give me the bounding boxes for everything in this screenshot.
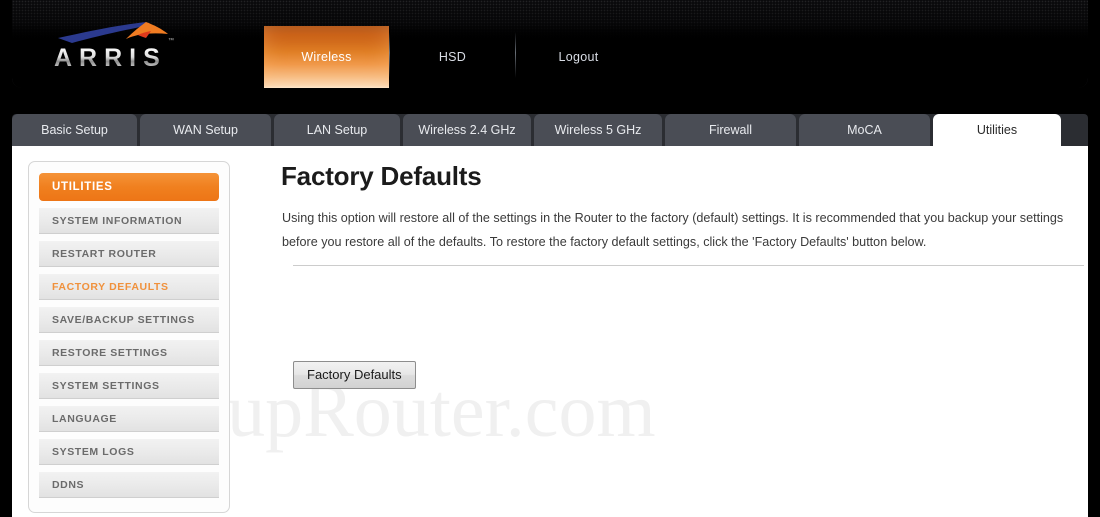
factory-defaults-button[interactable]: Factory Defaults xyxy=(293,361,416,389)
tab-label-firewall: Firewall xyxy=(708,123,753,137)
page-title: Factory Defaults xyxy=(281,161,482,191)
tab-moca[interactable]: MoCA xyxy=(799,114,930,146)
sidebar-label-system-settings: SYSTEM SETTINGS xyxy=(52,380,160,392)
sidebar-header: UTILITIES xyxy=(39,173,219,201)
tab-label-wireless-5ghz: Wireless 5 GHz xyxy=(554,123,642,137)
arris-logo[interactable]: ™ ARRIS xyxy=(50,20,200,72)
sidebar-label-save-backup-settings: SAVE/BACKUP SETTINGS xyxy=(52,314,195,326)
tab-label-utilities: Utilities xyxy=(976,123,1018,137)
tab-lan-setup[interactable]: LAN Setup xyxy=(274,114,400,146)
sidebar-label-factory-defaults: FACTORY DEFAULTS xyxy=(52,281,169,293)
topnav-label-hsd: HSD xyxy=(438,50,467,64)
sidebar-item-system-logs[interactable]: SYSTEM LOGS xyxy=(39,439,219,465)
topnav-label-wireless: Wireless xyxy=(301,50,352,64)
sidebar-item-system-information[interactable]: SYSTEM INFORMATION xyxy=(39,208,219,234)
tab-label-lan-setup: LAN Setup xyxy=(306,123,368,137)
sidebar-label-language: LANGUAGE xyxy=(52,413,117,425)
svg-text:™: ™ xyxy=(168,37,174,44)
sidebar-label-restore-settings: RESTORE SETTINGS xyxy=(52,347,168,359)
section-divider xyxy=(293,265,1084,266)
tab-label-moca: MoCA xyxy=(847,123,882,137)
sidebar-item-ddns[interactable]: DDNS xyxy=(39,472,219,498)
tab-wan-setup[interactable]: WAN Setup xyxy=(140,114,271,146)
tab-strip: Basic Setup WAN Setup LAN Setup Wireless… xyxy=(12,114,1064,146)
sidebar-item-system-settings[interactable]: SYSTEM SETTINGS xyxy=(39,373,219,399)
topnav-item-hsd[interactable]: HSD xyxy=(390,26,515,88)
tab-firewall[interactable]: Firewall xyxy=(665,114,796,146)
page-description: Using this option will restore all of th… xyxy=(282,211,1064,249)
sidebar-label-system-logs: SYSTEM LOGS xyxy=(52,446,135,458)
topnav-item-wireless[interactable]: Wireless xyxy=(264,26,389,88)
tab-utilities[interactable]: Utilities xyxy=(933,114,1061,146)
tab-wireless-24ghz[interactable]: Wireless 2.4 GHz xyxy=(403,114,531,146)
topnav-item-logout[interactable]: Logout xyxy=(516,26,641,88)
site-header: ™ ARRIS Wireless HSD Logout xyxy=(12,0,1088,88)
tab-label-basic-setup: Basic Setup xyxy=(41,123,108,137)
sidebar-item-restart-router[interactable]: RESTART ROUTER xyxy=(39,241,219,267)
top-navigation: Wireless HSD Logout xyxy=(264,26,641,88)
tab-wireless-5ghz[interactable]: Wireless 5 GHz xyxy=(534,114,662,146)
sidebar-item-save-backup-settings[interactable]: SAVE/BACKUP SETTINGS xyxy=(39,307,219,333)
tab-label-wireless-24ghz: Wireless 2.4 GHz xyxy=(418,123,516,137)
sidebar-label-ddns: DDNS xyxy=(52,479,85,491)
sidebar-item-factory-defaults[interactable]: FACTORY DEFAULTS xyxy=(39,274,219,300)
sidebar-label-restart-router: RESTART ROUTER xyxy=(52,248,157,260)
sidebar-label-system-information: SYSTEM INFORMATION xyxy=(52,215,183,227)
topnav-label-logout: Logout xyxy=(558,50,599,64)
sidebar: UTILITIES SYSTEM INFORMATION RESTART ROU… xyxy=(28,161,230,513)
sidebar-item-language[interactable]: LANGUAGE xyxy=(39,406,219,432)
tab-basic-setup[interactable]: Basic Setup xyxy=(12,114,137,146)
arris-wordmark: ARRIS xyxy=(54,44,167,72)
tab-label-wan-setup: WAN Setup xyxy=(173,123,238,137)
content-area: SetupRouter.com UTILITIES SYSTEM INFORMA… xyxy=(12,146,1088,517)
sidebar-item-restore-settings[interactable]: RESTORE SETTINGS xyxy=(39,340,219,366)
